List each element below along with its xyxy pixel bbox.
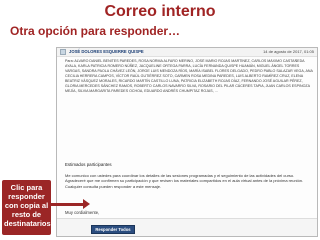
callout-arrow-shaft: [51, 203, 85, 206]
recipient-list: Para: ALVARO DANIEL BENITES PAREDES, ROS…: [65, 59, 313, 93]
reply-all-button[interactable]: Responder Todos: [91, 225, 135, 234]
slide-subtitle: Otra opción para responder…: [10, 24, 181, 38]
sender-name[interactable]: JOSÉ DOLORES ESQUERRE QUISPE: [69, 49, 144, 54]
message-date: 14 de agosto de 2017, 01:05: [263, 49, 314, 54]
message-body: Me comunico con ustedes para coordinar l…: [65, 173, 304, 189]
message-sign-off: Muy cordialmente,: [65, 210, 100, 215]
reply-toolbar: Responder Todos: [57, 218, 317, 236]
callout-arrow-head: [83, 199, 90, 209]
instruction-callout: Clic para responder con copia al resto d…: [2, 180, 51, 235]
sender-avatar: [60, 49, 66, 55]
message-greeting: Estimados participantes: [65, 162, 112, 167]
mail-message-view: JOSÉ DOLORES ESQUERRE QUISPE 14 de agost…: [56, 47, 318, 237]
slide-title: Correo interno: [104, 3, 216, 20]
message-header: JOSÉ DOLORES ESQUERRE QUISPE 14 de agost…: [57, 48, 317, 57]
